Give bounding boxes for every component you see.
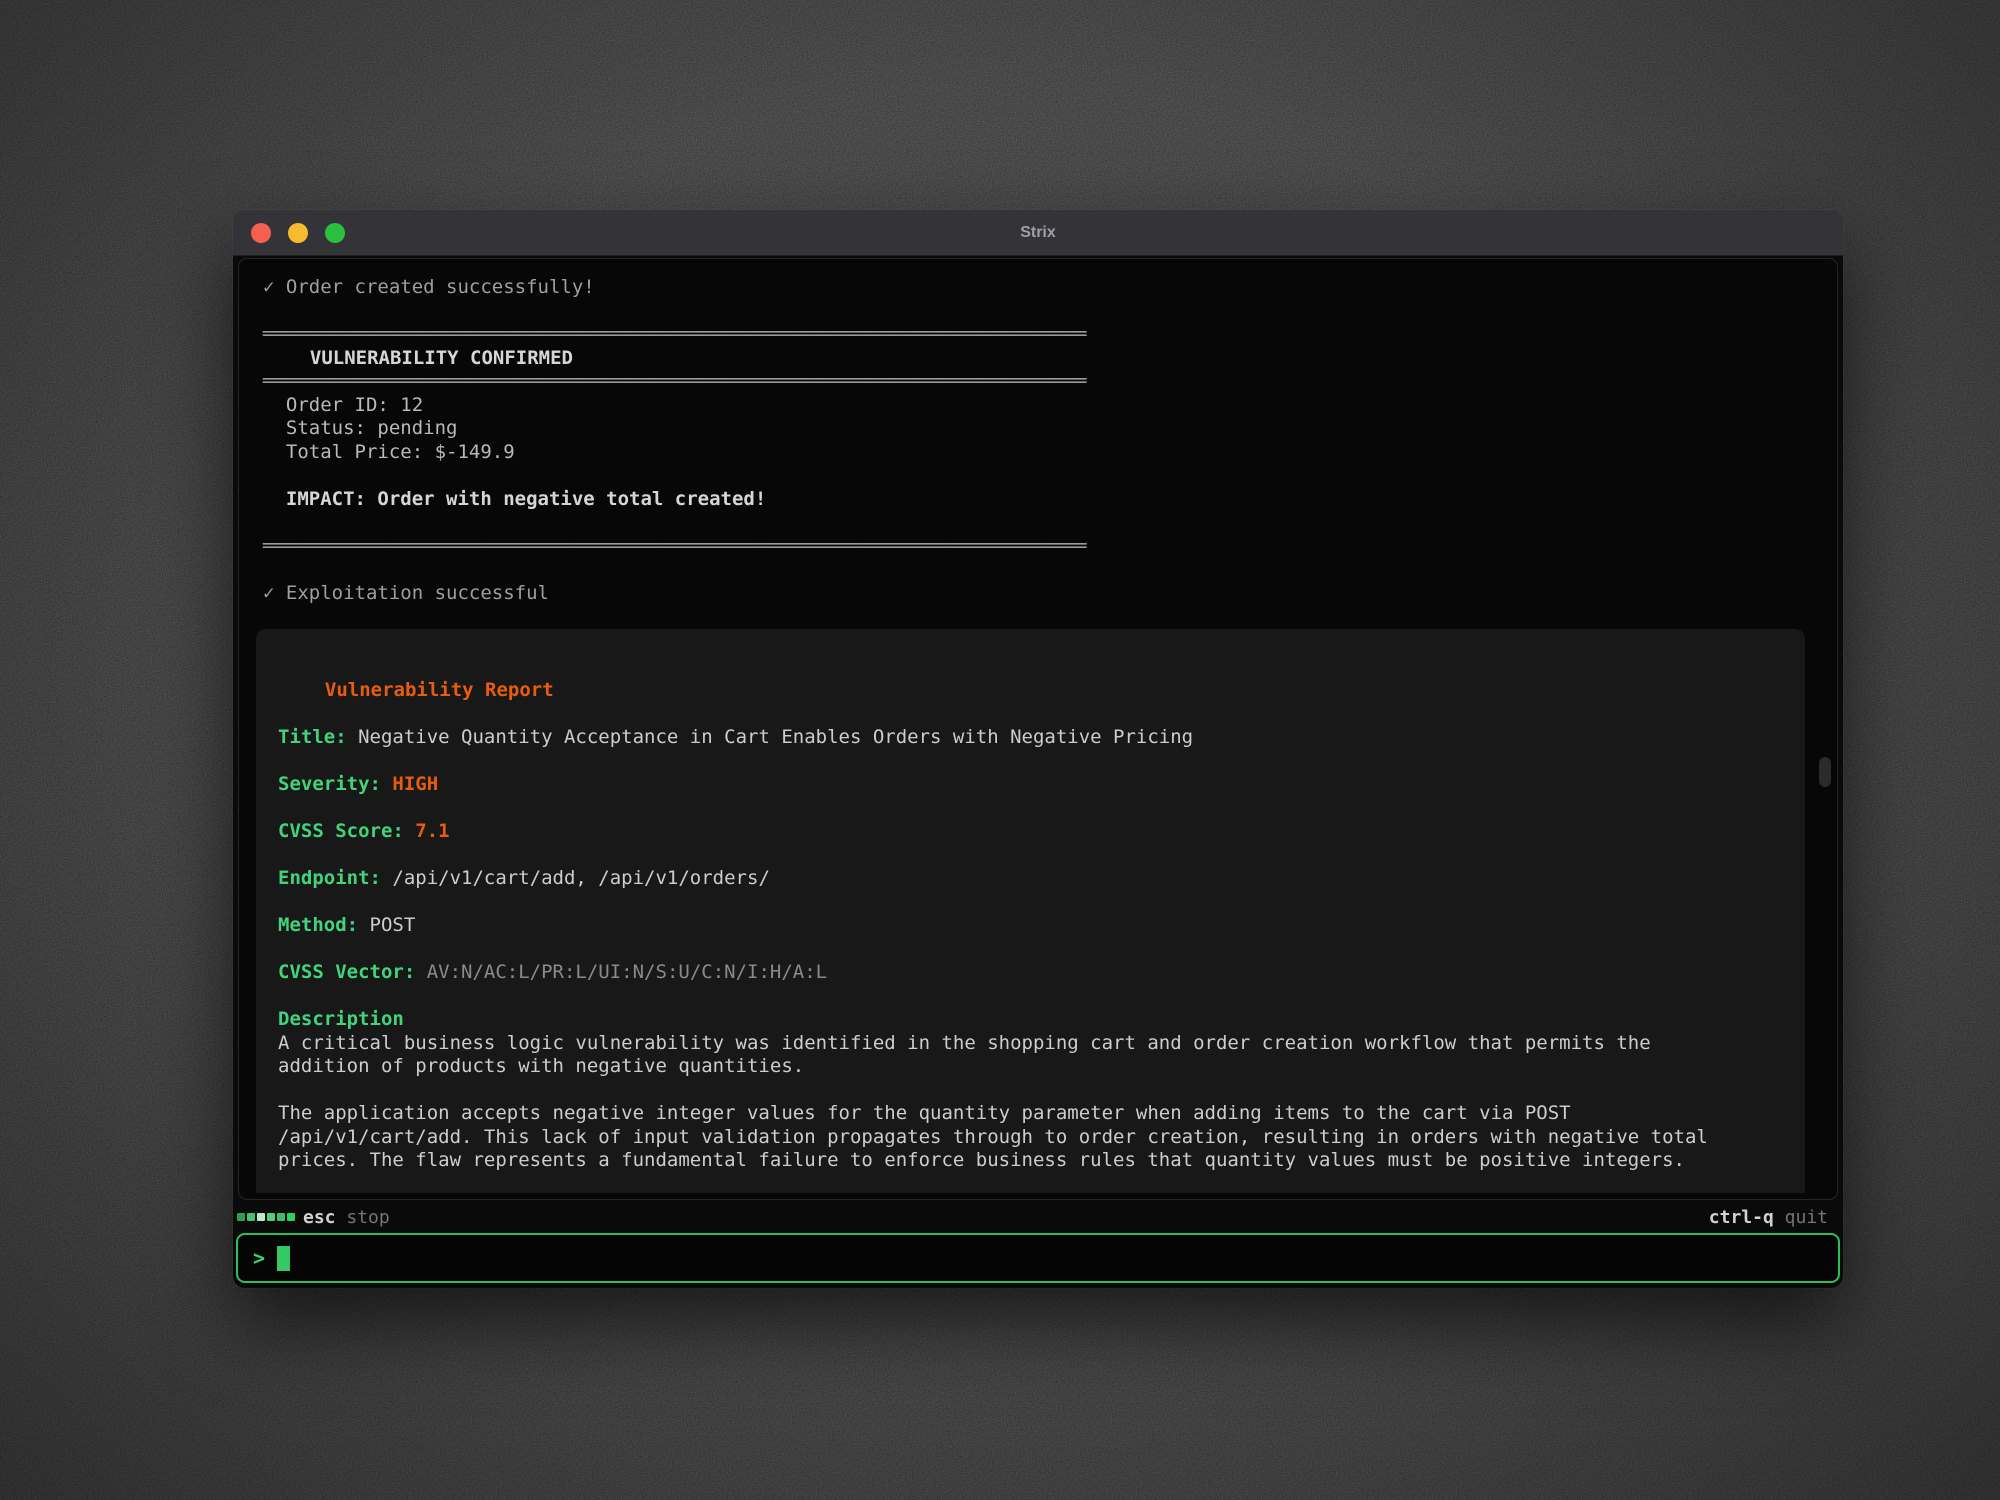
separator: ════════════════════════════════════════… <box>256 323 1823 347</box>
window-titlebar: Strix <box>233 210 1843 256</box>
terminal-line <box>278 1079 1783 1103</box>
terminal-line <box>256 300 1823 324</box>
order-status-line: Status: pending <box>256 417 1823 441</box>
separator: ════════════════════════════════════════… <box>256 535 1823 559</box>
prompt-symbol: > <box>253 1246 265 1270</box>
terminal-line <box>278 797 1783 821</box>
spinner-square <box>267 1213 275 1221</box>
esc-key-label: esc <box>303 1207 336 1228</box>
report-cvss-score: CVSS Score: 7.1 <box>278 820 1783 844</box>
vuln-confirmed-heading: VULNERABILITY CONFIRMED <box>256 347 1823 371</box>
text-cursor <box>277 1246 290 1271</box>
report-description-text: /api/v1/cart/add. This lack of input val… <box>278 1126 1783 1150</box>
report-description-text: addition of products with negative quant… <box>278 1055 1783 1079</box>
minimize-window-button[interactable] <box>288 223 308 243</box>
report-endpoint: Endpoint: /api/v1/cart/add, /api/v1/orde… <box>278 867 1783 891</box>
report-method: Method: POST <box>278 914 1783 938</box>
terminal-line <box>256 511 1823 535</box>
report-cvss-vector: CVSS Vector: AV:N/AC:L/PR:L/UI:N/S:U/C:N… <box>278 961 1783 985</box>
status-line-exploitation: ✓ Exploitation successful <box>256 582 1823 606</box>
spider-icon <box>278 679 300 699</box>
command-input[interactable]: > <box>236 1233 1840 1283</box>
stop-label: stop <box>346 1207 389 1228</box>
terminal-line <box>278 938 1783 962</box>
terminal-line <box>256 464 1823 488</box>
window-title: Strix <box>233 210 1843 256</box>
terminal-line <box>278 703 1783 727</box>
status-line-order-created: ✓ Order created successfully! <box>256 276 1823 300</box>
report-heading: Vulnerability Report <box>278 679 1783 703</box>
quit-hint: ctrl-q quit <box>1709 1207 1828 1228</box>
terminal-line <box>278 844 1783 868</box>
close-window-button[interactable] <box>251 223 271 243</box>
order-total-line: Total Price: $-149.9 <box>256 441 1823 465</box>
maximize-window-button[interactable] <box>325 223 345 243</box>
traffic-lights <box>233 223 345 243</box>
terminal-line <box>278 985 1783 1009</box>
scrollbar-thumb[interactable] <box>1819 757 1831 787</box>
terminal-line <box>278 750 1783 774</box>
spinner-square <box>277 1213 285 1221</box>
terminal-line <box>256 558 1823 582</box>
report-description-text: prices. The flaw represents a fundamenta… <box>278 1149 1783 1173</box>
stop-hint: esc stop <box>303 1207 390 1228</box>
terminal-line <box>278 891 1783 915</box>
quit-label: quit <box>1785 1207 1828 1228</box>
impact-line: IMPACT: Order with negative total create… <box>256 488 1823 512</box>
report-title: Title: Negative Quantity Acceptance in C… <box>278 726 1783 750</box>
spinner-square <box>257 1213 265 1221</box>
report-description-heading: Description <box>278 1008 1783 1032</box>
spinner-square <box>237 1213 245 1221</box>
report-description-text: A critical business logic vulnerability … <box>278 1032 1783 1056</box>
vulnerability-report-panel: Vulnerability Report Title: Negative Qua… <box>256 629 1805 1193</box>
separator: ════════════════════════════════════════… <box>256 370 1823 394</box>
spinner-square <box>287 1213 295 1221</box>
report-description-text: The application accepts negative integer… <box>278 1102 1783 1126</box>
spinner-square <box>247 1213 255 1221</box>
status-bar: esc stop ctrl-q quit <box>233 1204 1843 1230</box>
terminal-output-area[interactable]: ✓ Order created successfully! ══════════… <box>238 258 1838 1200</box>
order-id-line: Order ID: 12 <box>256 394 1823 418</box>
spinner <box>237 1213 295 1221</box>
strix-terminal-window: Strix ✓ Order created successfully! ════… <box>233 210 1843 1288</box>
report-severity: Severity: HIGH <box>278 773 1783 797</box>
ctrl-q-key-label: ctrl-q <box>1709 1207 1774 1228</box>
siren-icon <box>263 347 285 367</box>
